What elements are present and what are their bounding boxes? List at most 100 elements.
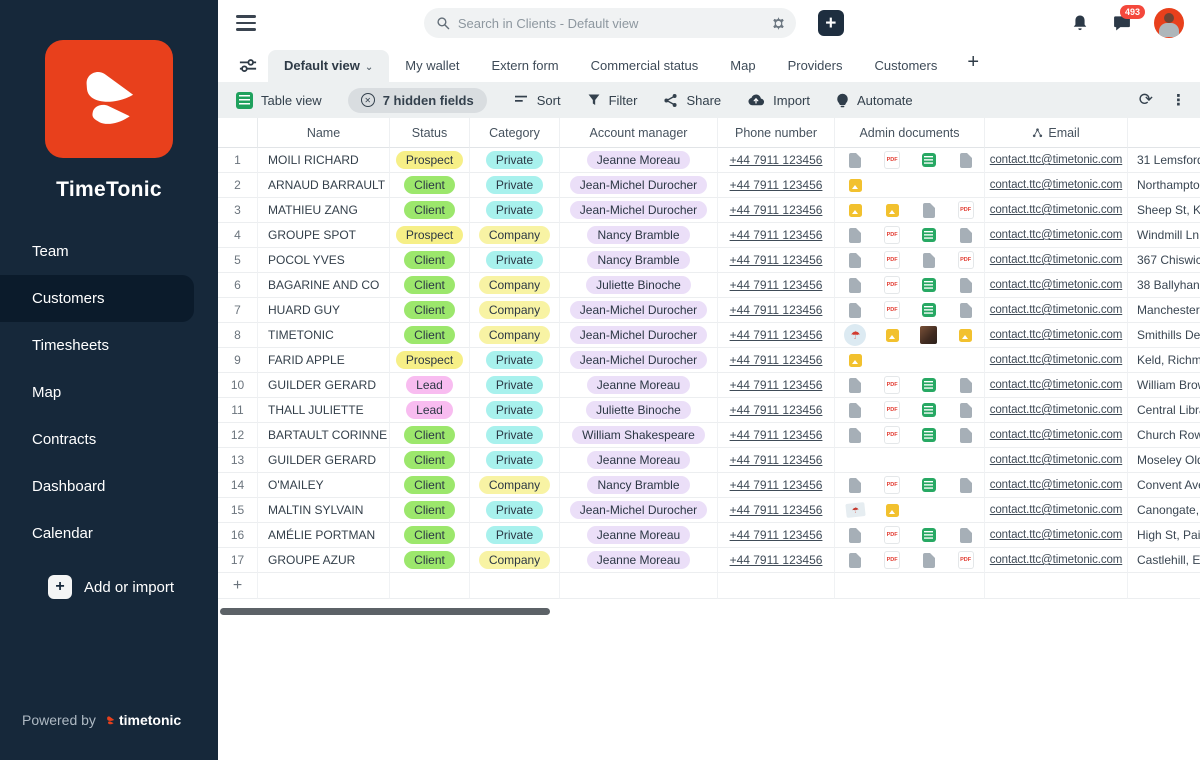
phone-link[interactable]: +44 7911 123456 xyxy=(730,428,823,442)
cell-address[interactable]: Central Libra xyxy=(1128,398,1200,423)
doc-icon-xls[interactable] xyxy=(922,528,936,542)
doc-icon-doc[interactable] xyxy=(849,553,861,568)
doc-icon-doc[interactable] xyxy=(923,553,935,568)
phone-link[interactable]: +44 7911 123456 xyxy=(730,478,823,492)
cell-name[interactable]: O'MAILEY xyxy=(258,473,390,498)
cell-name[interactable]: BAGARINE AND CO xyxy=(258,273,390,298)
email-link[interactable]: contact.ttc@timetonic.com xyxy=(990,429,1123,441)
cell-email[interactable]: contact.ttc@timetonic.com xyxy=(985,448,1128,473)
cell-admin-documents[interactable]: ☂ xyxy=(835,498,985,523)
doc-icon-img[interactable] xyxy=(849,354,862,367)
doc-icon-doc[interactable] xyxy=(923,253,935,268)
cell-account-manager[interactable]: Nancy Bramble xyxy=(560,248,718,273)
cell-name[interactable]: MATHIEU ZANG xyxy=(258,198,390,223)
search-input[interactable] xyxy=(458,16,763,31)
phone-link[interactable]: +44 7911 123456 xyxy=(730,328,823,342)
cell-account-manager[interactable]: Jeanne Moreau xyxy=(560,448,718,473)
phone-link[interactable]: +44 7911 123456 xyxy=(730,178,823,192)
doc-icon-xls[interactable] xyxy=(922,228,936,242)
sort-button[interactable]: Sort xyxy=(513,93,561,108)
doc-icon-doc[interactable] xyxy=(849,228,861,243)
cell-category[interactable]: Private xyxy=(470,448,560,473)
doc-icon-doc[interactable] xyxy=(923,203,935,218)
cell-account-manager[interactable]: Jeanne Moreau xyxy=(560,523,718,548)
cell-address[interactable]: Church Row, xyxy=(1128,423,1200,448)
cell-address[interactable]: Sheep St, Ke xyxy=(1128,198,1200,223)
cell-address[interactable]: Manchester xyxy=(1128,298,1200,323)
doc-icon-xls[interactable] xyxy=(922,403,936,417)
filter-button[interactable]: Filter xyxy=(587,93,638,108)
phone-link[interactable]: +44 7911 123456 xyxy=(730,228,823,242)
tab-extern-form[interactable]: Extern form xyxy=(475,50,574,82)
doc-icon-xls[interactable] xyxy=(922,428,936,442)
cell-name[interactable]: MOILI RICHARD xyxy=(258,148,390,173)
cell-email[interactable]: contact.ttc@timetonic.com xyxy=(985,148,1128,173)
cell-email[interactable]: contact.ttc@timetonic.com xyxy=(985,223,1128,248)
cell-email[interactable]: contact.ttc@timetonic.com xyxy=(985,173,1128,198)
cell-email[interactable]: contact.ttc@timetonic.com xyxy=(985,348,1128,373)
cell-address[interactable]: Windmill Ln, xyxy=(1128,223,1200,248)
cell-account-manager[interactable]: Jean-Michel Durocher xyxy=(560,348,718,373)
cell-admin-documents[interactable]: PDF xyxy=(835,273,985,298)
cell-category[interactable]: Private xyxy=(470,148,560,173)
cell-phone[interactable]: +44 7911 123456 xyxy=(718,223,835,248)
cell-admin-documents[interactable] xyxy=(835,173,985,198)
cell-address[interactable]: Castlehill, Ed xyxy=(1128,548,1200,573)
doc-icon-doc[interactable] xyxy=(960,403,972,418)
cell-address[interactable]: Smithills Dea xyxy=(1128,323,1200,348)
doc-icon-xls[interactable] xyxy=(922,278,936,292)
cell-phone[interactable]: +44 7911 123456 xyxy=(718,148,835,173)
doc-icon-img[interactable] xyxy=(886,204,899,217)
cell-phone[interactable]: +44 7911 123456 xyxy=(718,348,835,373)
doc-icon-img[interactable] xyxy=(886,329,899,342)
doc-icon-doc[interactable] xyxy=(849,303,861,318)
cell-status[interactable]: Client xyxy=(390,473,470,498)
doc-icon-pdf[interactable]: PDF xyxy=(885,152,899,168)
doc-icon-doc[interactable] xyxy=(960,428,972,443)
cell-address[interactable]: Moseley Old xyxy=(1128,448,1200,473)
cell-status[interactable]: Client xyxy=(390,248,470,273)
cell-name[interactable]: ARNAUD BARRAULT xyxy=(258,173,390,198)
sidebar-item-team[interactable]: Team xyxy=(0,228,218,275)
doc-icon-xls[interactable] xyxy=(922,153,936,167)
doc-icon-doc[interactable] xyxy=(960,378,972,393)
cell-admin-documents[interactable]: PDF xyxy=(835,398,985,423)
notifications-bell-icon[interactable] xyxy=(1070,13,1090,33)
cell-account-manager[interactable]: Jeanne Moreau xyxy=(560,373,718,398)
cell-status[interactable]: Client xyxy=(390,498,470,523)
cell-status[interactable]: Prospect xyxy=(390,148,470,173)
doc-icon-pdf[interactable]: PDF xyxy=(885,552,899,568)
cell-email[interactable]: contact.ttc@timetonic.com xyxy=(985,323,1128,348)
cell-address[interactable]: High St, Pais xyxy=(1128,523,1200,548)
email-link[interactable]: contact.ttc@timetonic.com xyxy=(990,279,1123,291)
search-bar[interactable] xyxy=(424,8,796,38)
cell-account-manager[interactable]: Jeanne Moreau xyxy=(560,148,718,173)
cell-email[interactable]: contact.ttc@timetonic.com xyxy=(985,498,1128,523)
hidden-fields-button[interactable]: ✕ 7 hidden fields xyxy=(348,88,487,113)
cell-phone[interactable]: +44 7911 123456 xyxy=(718,323,835,348)
cell-address[interactable]: Canongate, xyxy=(1128,498,1200,523)
cell-admin-documents[interactable]: PDF xyxy=(835,473,985,498)
email-link[interactable]: contact.ttc@timetonic.com xyxy=(990,379,1123,391)
cell-name[interactable]: TIMETONIC xyxy=(258,323,390,348)
cell-account-manager[interactable]: Nancy Bramble xyxy=(560,473,718,498)
cell-admin-documents[interactable]: PDF xyxy=(835,423,985,448)
doc-icon-doc[interactable] xyxy=(849,153,861,168)
doc-icon-pdf[interactable]: PDF xyxy=(885,427,899,443)
email-link[interactable]: contact.ttc@timetonic.com xyxy=(990,504,1123,516)
cell-email[interactable]: contact.ttc@timetonic.com xyxy=(985,248,1128,273)
cell-category[interactable]: Company xyxy=(470,298,560,323)
cell-phone[interactable]: +44 7911 123456 xyxy=(718,473,835,498)
email-link[interactable]: contact.ttc@timetonic.com xyxy=(990,154,1123,166)
add-view-button[interactable]: + xyxy=(953,47,993,82)
cell-address[interactable]: 31 Lemsford xyxy=(1128,148,1200,173)
cell-status[interactable]: Client xyxy=(390,523,470,548)
email-link[interactable]: contact.ttc@timetonic.com xyxy=(990,479,1123,491)
table-view-button[interactable]: Table view xyxy=(236,92,322,109)
cell-status[interactable]: Prospect xyxy=(390,348,470,373)
cell-admin-documents[interactable]: PDF xyxy=(835,298,985,323)
tab-map[interactable]: Map xyxy=(714,50,771,82)
cell-phone[interactable]: +44 7911 123456 xyxy=(718,448,835,473)
search-settings-gear-icon[interactable] xyxy=(771,16,786,31)
cell-phone[interactable]: +44 7911 123456 xyxy=(718,423,835,448)
